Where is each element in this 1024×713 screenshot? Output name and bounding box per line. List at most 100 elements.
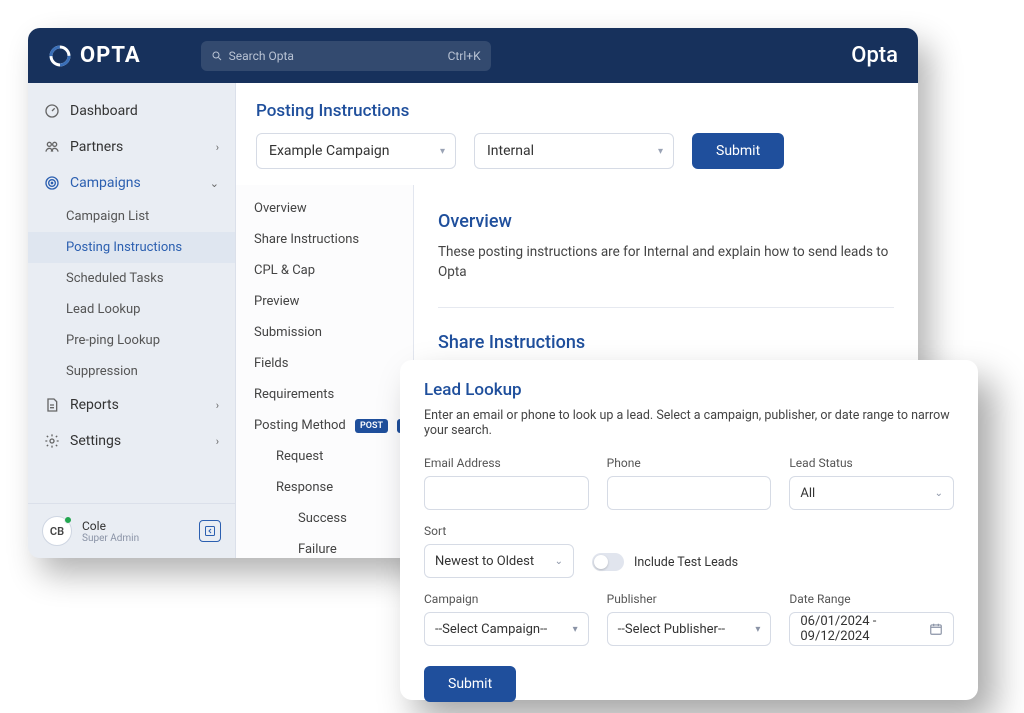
target-icon xyxy=(44,175,60,191)
submit-button[interactable]: Submit xyxy=(692,133,784,169)
toc-item-overview[interactable]: Overview xyxy=(236,193,413,224)
topbar: OPTA Search Opta Ctrl+K Opta xyxy=(28,28,918,83)
sidebar-sub-suppression[interactable]: Suppression xyxy=(28,356,235,387)
doc-heading-share: Share Instructions xyxy=(438,332,894,353)
chevron-down-icon: ▾ xyxy=(440,146,445,157)
select-value: Newest to Oldest xyxy=(435,554,534,569)
search-placeholder: Search Opta xyxy=(229,49,294,63)
toc-item-response[interactable]: Response xyxy=(236,472,413,503)
sidebar-item-label: Dashboard xyxy=(70,103,138,119)
select-value: --Select Campaign-- xyxy=(435,622,547,637)
email-input[interactable] xyxy=(435,477,578,509)
sidebar-item-label: Campaigns xyxy=(70,175,141,191)
toc-item-preview[interactable]: Preview xyxy=(236,286,413,317)
page-header: Posting Instructions xyxy=(236,83,918,133)
sidebar-sub-lead-lookup[interactable]: Lead Lookup xyxy=(28,294,235,325)
publisher-select[interactable]: Internal ▾ xyxy=(474,133,674,169)
sidebar-sub-posting-instructions[interactable]: Posting Instructions xyxy=(28,232,235,263)
chevron-down-icon: ⌄ xyxy=(555,556,563,567)
modal-campaign-select[interactable]: --Select Campaign-- ▾ xyxy=(424,612,589,646)
date-range-value: 06/01/2024 - 09/12/2024 xyxy=(800,614,943,644)
sidebar-item-label: Settings xyxy=(70,433,121,449)
toc-item-success[interactable]: Success xyxy=(236,503,413,534)
sidebar-sub-campaign-list[interactable]: Campaign List xyxy=(28,201,235,232)
toc-item-requirements[interactable]: Requirements xyxy=(236,379,413,410)
chevron-down-icon: ▾ xyxy=(658,146,663,157)
sidebar-sub-scheduled-tasks[interactable]: Scheduled Tasks xyxy=(28,263,235,294)
status-select[interactable]: All ⌄ xyxy=(789,476,954,510)
collapse-icon xyxy=(204,525,216,537)
sidebar-item-partners[interactable]: Partners › xyxy=(28,129,235,165)
divider xyxy=(438,307,894,308)
search-input[interactable]: Search Opta Ctrl+K xyxy=(201,41,491,71)
toc-item-request[interactable]: Request xyxy=(236,441,413,472)
campaign-select[interactable]: Example Campaign ▾ xyxy=(256,133,456,169)
chevron-down-icon: ▾ xyxy=(573,624,578,635)
chevron-right-icon: › xyxy=(216,435,219,448)
logo-icon xyxy=(48,44,72,68)
toc-item-fields[interactable]: Fields xyxy=(236,348,413,379)
select-value: Internal xyxy=(487,143,534,159)
toc: Overview Share Instructions CPL & Cap Pr… xyxy=(236,185,414,558)
search-icon xyxy=(211,50,223,62)
label-sort: Sort xyxy=(424,524,574,538)
sidebar-item-label: Partners xyxy=(70,139,123,155)
chevron-right-icon: › xyxy=(216,399,219,412)
brand-name: OPTA xyxy=(80,43,141,68)
brand-label-right: Opta xyxy=(851,43,898,68)
select-value: All xyxy=(800,486,815,501)
toc-item-cpl[interactable]: CPL & Cap xyxy=(236,255,413,286)
chevron-down-icon: ⌄ xyxy=(935,488,943,499)
modal-submit-button[interactable]: Submit xyxy=(424,666,516,702)
date-range-input[interactable]: 06/01/2024 - 09/12/2024 xyxy=(789,612,954,646)
logo: OPTA xyxy=(48,43,141,68)
email-field-wrap xyxy=(424,476,589,510)
phone-input[interactable] xyxy=(618,477,761,509)
user-meta: Cole Super Admin xyxy=(82,519,139,544)
doc-paragraph-overview: These posting instructions are for Inter… xyxy=(438,242,894,283)
label-date-range: Date Range xyxy=(789,592,954,606)
avatar-initials: CB xyxy=(50,525,64,538)
label-campaign: Campaign xyxy=(424,592,589,606)
sidebar-item-dashboard[interactable]: Dashboard xyxy=(28,93,235,129)
page-title: Posting Instructions xyxy=(256,101,898,121)
toc-item-share[interactable]: Share Instructions xyxy=(236,224,413,255)
include-test-toggle[interactable] xyxy=(592,553,624,571)
toggle-knob xyxy=(594,555,608,569)
badge-post: POST xyxy=(355,419,388,433)
calendar-icon xyxy=(929,622,943,636)
toc-item-failure[interactable]: Failure xyxy=(236,534,413,558)
sidebar-sub-preping-lookup[interactable]: Pre-ping Lookup xyxy=(28,325,235,356)
phone-field-wrap xyxy=(607,476,772,510)
sort-select[interactable]: Newest to Oldest ⌄ xyxy=(424,544,574,578)
user-name: Cole xyxy=(82,519,139,533)
sidebar-item-settings[interactable]: Settings › xyxy=(28,423,235,459)
chevron-down-icon: ⌄ xyxy=(210,177,219,190)
sidebar-item-reports[interactable]: Reports › xyxy=(28,387,235,423)
toc-item-submission[interactable]: Submission xyxy=(236,317,413,348)
select-value: --Select Publisher-- xyxy=(618,622,725,637)
modal-description: Enter an email or phone to look up a lea… xyxy=(424,408,954,438)
sidebar-item-campaigns[interactable]: Campaigns ⌄ xyxy=(28,165,235,201)
label-publisher: Publisher xyxy=(607,592,772,606)
chevron-down-icon: ▾ xyxy=(755,624,760,635)
toc-item-posting-method[interactable]: Posting Method POST JSON xyxy=(236,410,413,441)
lead-lookup-card: Lead Lookup Enter an email or phone to l… xyxy=(400,360,978,700)
status-dot xyxy=(64,516,72,524)
file-icon xyxy=(44,397,60,413)
doc-heading-overview: Overview xyxy=(438,211,894,232)
collapse-sidebar-button[interactable] xyxy=(199,520,221,542)
label-status: Lead Status xyxy=(789,456,954,470)
modal-publisher-select[interactable]: --Select Publisher-- ▾ xyxy=(607,612,772,646)
user-role: Super Admin xyxy=(82,533,139,544)
label-email: Email Address xyxy=(424,456,589,470)
gear-icon xyxy=(44,433,60,449)
search-shortcut: Ctrl+K xyxy=(448,49,481,63)
avatar[interactable]: CB xyxy=(42,516,72,546)
sidebar: Dashboard Partners › Campaigns ⌄ Campaig… xyxy=(28,83,236,558)
chevron-right-icon: › xyxy=(216,141,219,154)
modal-title: Lead Lookup xyxy=(424,380,954,400)
sidebar-item-label: Reports xyxy=(70,397,119,413)
label-phone: Phone xyxy=(607,456,772,470)
label-include-test: Include Test Leads xyxy=(634,555,738,570)
